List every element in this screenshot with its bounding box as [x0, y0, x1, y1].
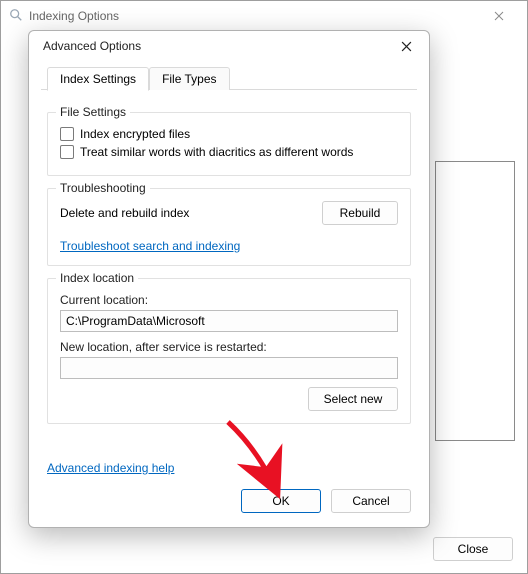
- checkbox-diacritics[interactable]: [60, 145, 74, 159]
- dialog-title: Advanced Options: [43, 39, 141, 53]
- select-new-button[interactable]: Select new: [308, 387, 398, 411]
- group-troubleshooting: Troubleshooting Delete and rebuild index…: [47, 188, 411, 266]
- troubleshooting-text: Delete and rebuild index: [60, 206, 189, 220]
- group-file-settings: File Settings Index encrypted files Trea…: [47, 112, 411, 176]
- new-location-label: New location, after service is restarted…: [60, 340, 398, 354]
- current-location-label: Current location:: [60, 293, 398, 307]
- parent-side-panel: [435, 161, 515, 441]
- tab-file-types[interactable]: File Types: [149, 67, 229, 90]
- magnifier-icon: [9, 8, 23, 25]
- advanced-help-link[interactable]: Advanced indexing help: [47, 461, 174, 475]
- troubleshoot-link[interactable]: Troubleshoot search and indexing: [60, 239, 240, 253]
- new-location-input[interactable]: [60, 357, 398, 379]
- tab-index-settings[interactable]: Index Settings: [47, 67, 149, 91]
- group-legend-file-settings: File Settings: [56, 105, 130, 119]
- dialog-body: File Settings Index encrypted files Trea…: [29, 90, 429, 459]
- ok-button[interactable]: OK: [241, 489, 321, 513]
- rebuild-button[interactable]: Rebuild: [322, 201, 398, 225]
- advanced-options-dialog: Advanced Options Index Settings File Typ…: [28, 30, 430, 528]
- checkbox-encrypted[interactable]: [60, 127, 74, 141]
- dialog-titlebar: Advanced Options: [29, 31, 429, 61]
- parent-close-footer-button[interactable]: Close: [433, 537, 513, 561]
- dialog-tabs: Index Settings File Types: [29, 61, 429, 90]
- checkbox-row-diacritics[interactable]: Treat similar words with diacritics as d…: [60, 145, 398, 159]
- dialog-button-row: OK Cancel: [29, 475, 429, 527]
- group-legend-index-location: Index location: [56, 271, 138, 285]
- cancel-button[interactable]: Cancel: [331, 489, 411, 513]
- current-location-value: C:\ProgramData\Microsoft: [66, 314, 205, 328]
- parent-close-button[interactable]: [479, 1, 519, 31]
- parent-titlebar: Indexing Options: [1, 1, 527, 31]
- group-legend-troubleshooting: Troubleshooting: [56, 181, 150, 195]
- dialog-close-button[interactable]: [389, 32, 423, 60]
- close-icon: [401, 41, 412, 52]
- checkbox-row-encrypted[interactable]: Index encrypted files: [60, 127, 398, 141]
- tab-label: File Types: [162, 72, 216, 86]
- parent-title: Indexing Options: [29, 9, 119, 23]
- group-index-location: Index location Current location: C:\Prog…: [47, 278, 411, 424]
- checkbox-label: Treat similar words with diacritics as d…: [80, 145, 353, 159]
- tab-label: Index Settings: [60, 72, 136, 86]
- current-location-field: C:\ProgramData\Microsoft: [60, 310, 398, 332]
- checkbox-label: Index encrypted files: [80, 127, 190, 141]
